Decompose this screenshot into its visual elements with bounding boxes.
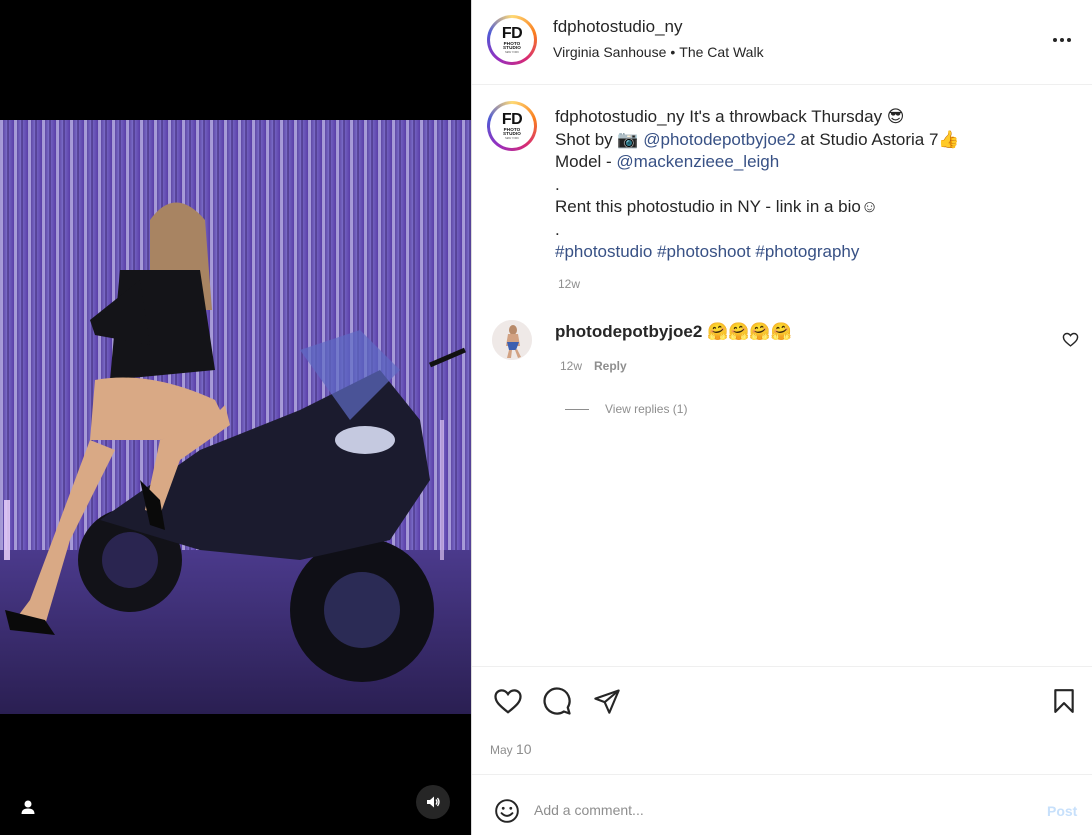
reply-button[interactable]: Reply: [594, 359, 627, 373]
caption-line-3: Model - @mackenzieee_leigh: [555, 151, 1075, 174]
mention-model[interactable]: @mackenzieee_leigh: [616, 152, 779, 171]
avatar-image: [492, 320, 532, 360]
bookmark-icon: [1054, 689, 1074, 713]
commenter-avatar[interactable]: [492, 320, 532, 360]
more-dot: [1067, 38, 1071, 42]
heart-icon: [494, 689, 522, 714]
post-comment-button[interactable]: Post: [1047, 803, 1077, 819]
post-details-pane: FD PHOTO STUDIO NEW YORK fdphotostudio_n…: [472, 0, 1092, 835]
post-header: FD PHOTO STUDIO NEW YORK fdphotostudio_n…: [472, 0, 1092, 85]
author-username[interactable]: fdphotostudio_ny: [553, 17, 683, 37]
photo-illustration: [0, 120, 471, 714]
tagged-person-link[interactable]: Virginia Sanhouse: [553, 44, 666, 60]
comment-content: 🤗🤗🤗🤗: [707, 322, 792, 341]
post-date[interactable]: May 10: [490, 741, 532, 757]
view-replies-button[interactable]: View replies (1): [565, 402, 687, 416]
comment-like-button[interactable]: [1062, 331, 1079, 348]
audio-toggle-button[interactable]: [416, 785, 450, 819]
comment-timestamp[interactable]: 12w: [560, 359, 582, 373]
post-media[interactable]: [0, 0, 471, 835]
comment-icon: [543, 687, 571, 715]
comment-body: photodepotbyjoe2 🤗🤗🤗🤗: [555, 322, 792, 342]
logo-line3: NEW YORK: [504, 136, 520, 140]
caption-hashtags[interactable]: #photostudio #photoshoot #photography: [555, 241, 1075, 264]
logo-mark: FD: [501, 24, 523, 42]
post-date-day: 10: [516, 741, 532, 757]
comment-button[interactable]: [541, 685, 573, 717]
caption-line-4: Rent this photostudio in NY - link in a …: [555, 197, 879, 216]
emoji-picker-button[interactable]: [494, 798, 520, 824]
caption-author-avatar[interactable]: FD PHOTO STUDIO NEW YORK: [487, 101, 537, 151]
more-dot: [1060, 38, 1064, 42]
caption-text-2b: at Studio Astoria 7👍: [795, 129, 960, 149]
caption-timestamp[interactable]: 12w: [558, 277, 580, 291]
replies-divider-line: [565, 408, 589, 410]
location-link[interactable]: The Cat Walk: [679, 44, 763, 60]
add-comment-bar: Post: [472, 774, 1092, 835]
caption-dot-2: .: [555, 219, 560, 239]
location-separator: •: [670, 44, 676, 60]
user-icon: [21, 800, 35, 814]
comment-input[interactable]: [534, 797, 1014, 823]
emoji-icon: [495, 799, 519, 823]
comment-meta: 12w Reply: [560, 359, 627, 373]
commenter-username[interactable]: photodepotbyjoe2: [555, 322, 702, 341]
send-icon: [594, 689, 620, 714]
author-avatar[interactable]: FD PHOTO STUDIO NEW YORK: [487, 15, 537, 65]
like-button[interactable]: [492, 685, 524, 717]
speaker-icon: [427, 796, 440, 808]
logo-line3: NEW YORK: [504, 50, 520, 54]
more-horizontal-icon: [1053, 38, 1057, 42]
tagged-user-button[interactable]: [14, 793, 42, 821]
save-button[interactable]: [1048, 685, 1080, 717]
caption-line-1: fdphotostudio_ny It's a throwback Thursd…: [555, 106, 1075, 129]
mention-photographer[interactable]: @photodepotbyjoe2: [643, 130, 795, 149]
caption-line-2: Shot by 📷 @photodepotbyjoe2 at Studio As…: [555, 129, 1075, 152]
caption-text-2: Shot by 📷: [555, 129, 644, 149]
more-options-button[interactable]: [1050, 30, 1074, 50]
post-actions: May 10: [472, 666, 1092, 774]
logo-mark: FD: [501, 110, 523, 128]
post-caption: fdphotostudio_ny It's a throwback Thursd…: [555, 106, 1075, 264]
post-location: Virginia Sanhouse • The Cat Walk: [553, 44, 764, 60]
share-button[interactable]: [591, 685, 623, 717]
post-date-month: May: [490, 743, 513, 757]
caption-dot-1: .: [555, 174, 560, 194]
caption-text-3: Model -: [555, 152, 617, 171]
caption-text-1: It's a throwback Thursday 😎: [689, 107, 905, 126]
heart-icon: [1062, 332, 1079, 347]
view-replies-label: View replies (1): [605, 402, 688, 416]
caption-username[interactable]: fdphotostudio_ny: [555, 107, 685, 126]
post-photo[interactable]: [0, 120, 471, 714]
